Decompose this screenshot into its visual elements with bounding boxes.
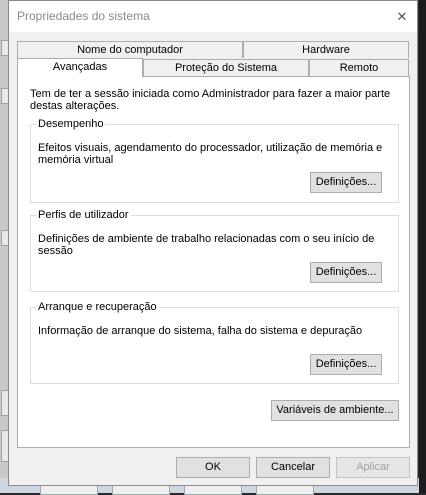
startup-recovery-description: Informação de arranque do sistema, falha…	[38, 325, 363, 337]
performance-group: Desempenho Efeitos visuais, agendamento …	[30, 118, 399, 203]
system-properties-dialog: Propriedades do sistema ✕ Nome do comput…	[8, 0, 418, 486]
admin-notice: Tem de ter a sessão iniciada como Admini…	[30, 88, 391, 112]
user-profiles-description: Definições de ambiente de trabalho relac…	[38, 233, 375, 257]
environment-variables-button[interactable]: Variáveis de ambiente...	[271, 400, 399, 421]
advanced-tab-panel: Tem de ter a sessão iniciada como Admini…	[17, 76, 410, 448]
title-bar: Propriedades do sistema ✕	[9, 1, 417, 32]
cancel-button[interactable]: Cancelar	[256, 457, 330, 478]
close-icon[interactable]: ✕	[387, 1, 417, 32]
startup-recovery-group: Arranque e recuperação Informação de arr…	[30, 301, 399, 384]
apply-button[interactable]: Aplicar	[336, 457, 410, 478]
startup-recovery-group-title: Arranque e recuperação	[36, 301, 159, 313]
tab-remote[interactable]: Remoto	[309, 59, 409, 76]
performance-settings-button[interactable]: Definições...	[310, 172, 382, 193]
user-profiles-group-title: Perfis de utilizador	[36, 209, 131, 221]
performance-group-title: Desempenho	[36, 118, 106, 130]
user-profiles-group: Perfis de utilizador Definições de ambie…	[30, 209, 399, 292]
window-title: Propriedades do sistema	[17, 9, 150, 23]
ok-button[interactable]: OK	[176, 457, 250, 478]
performance-description: Efeitos visuais, agendamento do processa…	[38, 142, 383, 166]
background-dark-area	[419, 0, 426, 493]
tab-computer-name[interactable]: Nome do computador	[17, 41, 243, 58]
tab-advanced[interactable]: Avançadas	[17, 58, 143, 77]
user-profiles-settings-button[interactable]: Definições...	[310, 262, 382, 283]
tab-system-protection[interactable]: Proteção do Sistema	[143, 59, 309, 76]
startup-recovery-settings-button[interactable]: Definições...	[310, 354, 382, 375]
tab-hardware[interactable]: Hardware	[243, 41, 409, 58]
